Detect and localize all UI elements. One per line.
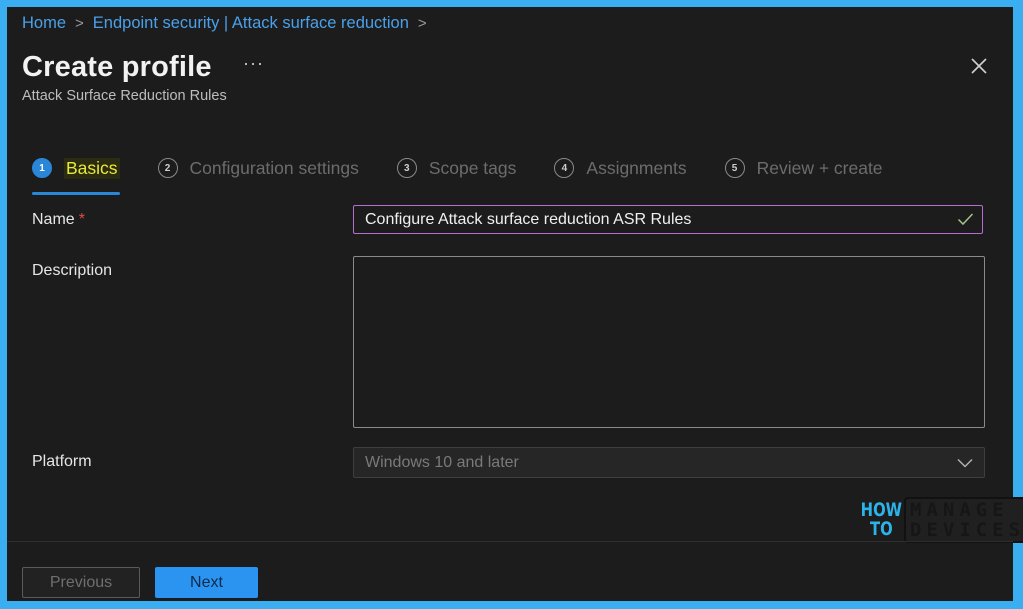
chevron-down-icon [957,458,973,468]
logo-how-to: HOW TO [861,501,902,539]
create-profile-blade: Home > Endpoint security | Attack surfac… [7,7,1023,601]
step-number-icon: 4 [554,158,575,178]
previous-button[interactable]: Previous [22,567,140,598]
logo-word2: DEVICES [910,519,1023,541]
logo-word1: MANAGE [910,499,1009,521]
close-button[interactable] [969,56,989,76]
description-label: Description [32,262,113,279]
footer-divider [7,541,1013,542]
name-input[interactable]: Configure Attack surface reduction ASR R… [353,205,983,234]
tab-basics[interactable]: 1 Basics [32,153,120,195]
chevron-right-icon: > [417,15,427,32]
name-label: Name * [32,211,85,229]
step-label: Review + create [756,157,883,178]
description-textarea[interactable] [353,256,985,428]
breadcrumb-endpoint-security[interactable]: Endpoint security | Attack surface reduc… [93,14,409,33]
breadcrumb-home[interactable]: Home [22,14,66,33]
tab-scope-tags[interactable]: 3 Scope tags [396,153,517,183]
step-label: Assignments [586,157,687,178]
step-number-icon: 2 [157,158,178,178]
step-number-icon: 3 [396,158,417,178]
tab-configuration-settings[interactable]: 2 Configuration settings [157,153,359,183]
breadcrumb: Home > Endpoint security | Attack surfac… [22,14,436,33]
tab-assignments[interactable]: 4 Assignments [554,153,687,183]
required-marker: * [78,211,85,228]
next-button[interactable]: Next [155,567,258,598]
platform-dropdown[interactable]: Windows 10 and later [353,447,985,478]
step-label: Scope tags [428,157,517,178]
step-label: Configuration settings [189,157,359,178]
step-label: Basics [64,157,120,179]
wizard-steps: 1 Basics 2 Configuration settings 3 Scop… [32,153,921,195]
logo-manage-devices: MANAGE DEVICES [904,497,1023,543]
logo-line2: TO [869,518,893,540]
page-subtitle: Attack Surface Reduction Rules [22,88,227,104]
chevron-right-icon: > [75,15,84,32]
page-title: Create profile [22,51,212,83]
step-number-icon: 1 [32,158,52,178]
platform-label: Platform [32,453,92,470]
tab-review-create[interactable]: 5 Review + create [724,153,883,183]
close-icon [971,58,987,74]
checkmark-icon [957,213,974,226]
platform-selected-value: Windows 10 and later [365,453,519,471]
name-input-value: Configure Attack surface reduction ASR R… [365,210,692,228]
how-to-manage-devices-logo: HOW TO MANAGE DEVICES [849,497,1023,543]
name-label-text: Name [32,211,75,228]
step-number-icon: 5 [724,158,745,178]
more-options-button[interactable]: ··· [243,53,264,74]
